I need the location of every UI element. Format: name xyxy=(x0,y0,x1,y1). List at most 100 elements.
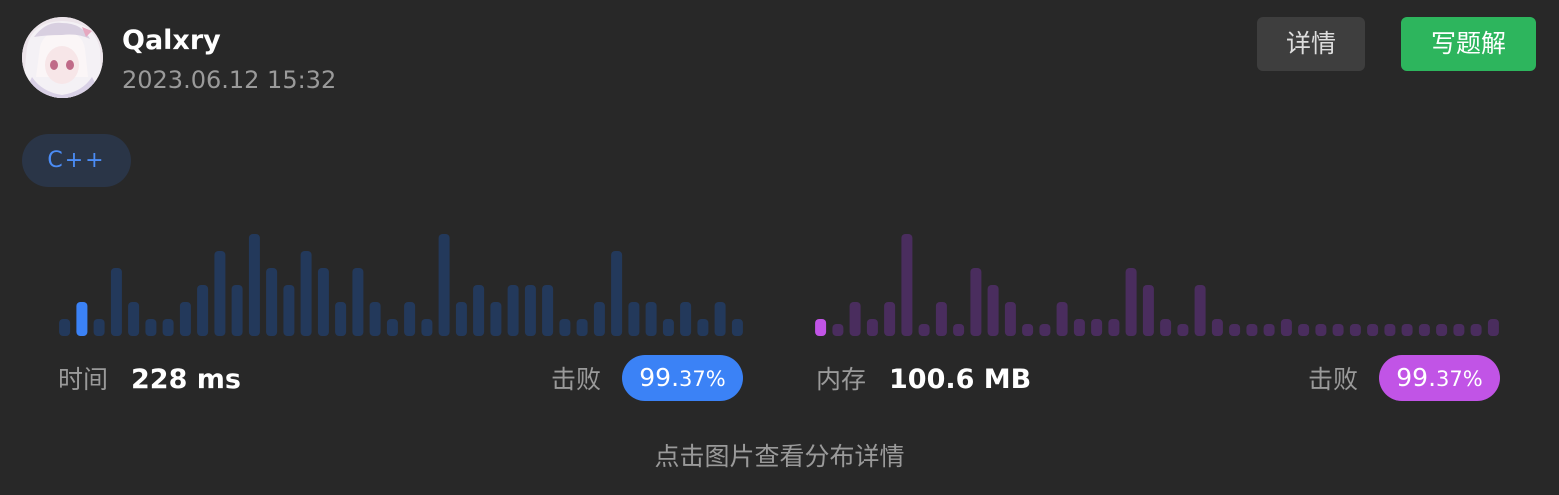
runtime-beat-percent: 99. xyxy=(639,363,680,392)
runtime-bar[interactable] xyxy=(473,285,485,336)
runtime-bar[interactable] xyxy=(128,302,140,336)
runtime-bar[interactable] xyxy=(662,319,674,336)
memory-bar[interactable] xyxy=(1298,324,1310,336)
memory-bar[interactable] xyxy=(1194,285,1206,336)
memory-bar[interactable] xyxy=(1349,324,1361,336)
runtime-bar[interactable] xyxy=(162,319,174,336)
runtime-bar[interactable] xyxy=(714,302,726,336)
memory-bar[interactable] xyxy=(1091,319,1103,336)
memory-bar[interactable] xyxy=(832,324,844,336)
runtime-bar[interactable] xyxy=(93,319,105,336)
user-avatar[interactable] xyxy=(22,17,103,98)
runtime-beat-percent-decimal: 37% xyxy=(679,367,726,391)
runtime-bar[interactable] xyxy=(542,285,554,336)
runtime-bar[interactable] xyxy=(731,319,743,336)
runtime-bar[interactable] xyxy=(386,319,398,336)
memory-bar[interactable] xyxy=(1418,324,1430,336)
runtime-bar[interactable] xyxy=(438,234,450,336)
runtime-bar[interactable] xyxy=(697,319,709,336)
memory-bar[interactable] xyxy=(1073,319,1085,336)
memory-bar[interactable] xyxy=(970,268,982,336)
runtime-bar[interactable] xyxy=(404,302,416,336)
memory-beat-percent: 99. xyxy=(1396,363,1437,392)
username[interactable]: Qalxry xyxy=(122,24,221,58)
memory-bar[interactable] xyxy=(1056,302,1068,336)
runtime-bar[interactable] xyxy=(335,302,347,336)
runtime-bar[interactable] xyxy=(76,302,88,336)
runtime-bar[interactable] xyxy=(300,251,312,336)
write-solution-button[interactable]: 写题解 xyxy=(1401,17,1536,71)
runtime-bar[interactable] xyxy=(645,302,657,336)
language-tag: C++ xyxy=(22,134,131,187)
memory-bar[interactable] xyxy=(1229,324,1241,336)
memory-bar[interactable] xyxy=(1332,324,1344,336)
runtime-bar[interactable] xyxy=(507,285,519,336)
runtime-bar[interactable] xyxy=(317,268,329,336)
memory-bar[interactable] xyxy=(866,319,878,336)
runtime-bar[interactable] xyxy=(248,234,260,336)
memory-bar[interactable] xyxy=(815,319,827,336)
memory-bar[interactable] xyxy=(1280,319,1292,336)
memory-bar[interactable] xyxy=(901,234,913,336)
memory-distribution-chart[interactable] xyxy=(812,230,1502,336)
runtime-bar[interactable] xyxy=(593,302,605,336)
runtime-bar[interactable] xyxy=(490,302,502,336)
runtime-bar[interactable] xyxy=(611,251,623,336)
memory-bar[interactable] xyxy=(1160,319,1172,336)
memory-bar[interactable] xyxy=(1367,324,1379,336)
runtime-bar[interactable] xyxy=(110,268,122,336)
runtime-bar[interactable] xyxy=(576,319,588,336)
memory-bars[interactable] xyxy=(812,230,1502,336)
runtime-bar[interactable] xyxy=(455,302,467,336)
memory-bar[interactable] xyxy=(1177,324,1189,336)
memory-bar[interactable] xyxy=(1436,324,1448,336)
memory-bar[interactable] xyxy=(1108,319,1120,336)
runtime-value: 228 ms xyxy=(131,364,241,395)
memory-bar[interactable] xyxy=(1246,324,1258,336)
memory-bar[interactable] xyxy=(1004,302,1016,336)
runtime-bar[interactable] xyxy=(145,319,157,336)
runtime-bar[interactable] xyxy=(369,302,381,336)
memory-bar[interactable] xyxy=(849,302,861,336)
runtime-distribution-chart[interactable] xyxy=(56,230,746,336)
memory-beat-percent-decimal: 37% xyxy=(1436,367,1483,391)
runtime-bar[interactable] xyxy=(214,251,226,336)
memory-bar[interactable] xyxy=(987,285,999,336)
memory-bar[interactable] xyxy=(884,302,896,336)
detail-button[interactable]: 详情 xyxy=(1257,17,1365,71)
runtime-bars[interactable] xyxy=(56,230,746,336)
memory-beat-label: 击败 xyxy=(1308,365,1359,394)
runtime-bar[interactable] xyxy=(231,285,243,336)
runtime-bar[interactable] xyxy=(352,268,364,336)
runtime-beat-label: 击败 xyxy=(551,365,602,394)
memory-bar[interactable] xyxy=(1142,285,1154,336)
memory-bar[interactable] xyxy=(1401,324,1413,336)
runtime-bar[interactable] xyxy=(266,268,278,336)
memory-bar[interactable] xyxy=(935,302,947,336)
runtime-bar[interactable] xyxy=(421,319,433,336)
memory-bar[interactable] xyxy=(918,324,930,336)
runtime-bar[interactable] xyxy=(680,302,692,336)
memory-bar[interactable] xyxy=(1125,268,1137,336)
memory-bar[interactable] xyxy=(1022,324,1034,336)
runtime-bar[interactable] xyxy=(559,319,571,336)
memory-bar[interactable] xyxy=(1211,319,1223,336)
memory-value: 100.6 MB xyxy=(889,364,1032,395)
memory-bar[interactable] xyxy=(1263,324,1275,336)
memory-bar[interactable] xyxy=(1315,324,1327,336)
view-distribution-hint[interactable]: 点击图片查看分布详情 xyxy=(0,440,1559,474)
memory-bar[interactable] xyxy=(1487,319,1499,336)
runtime-bar[interactable] xyxy=(283,285,295,336)
memory-label: 内存 xyxy=(816,365,867,394)
runtime-bar[interactable] xyxy=(524,285,536,336)
memory-bar[interactable] xyxy=(1453,324,1465,336)
submission-timestamp: 2023.06.12 15:32 xyxy=(122,66,337,94)
runtime-bar[interactable] xyxy=(179,302,191,336)
runtime-bar[interactable] xyxy=(628,302,640,336)
memory-bar[interactable] xyxy=(953,324,965,336)
memory-bar[interactable] xyxy=(1039,324,1051,336)
runtime-bar[interactable] xyxy=(197,285,209,336)
memory-bar[interactable] xyxy=(1470,324,1482,336)
runtime-bar[interactable] xyxy=(59,319,71,336)
memory-bar[interactable] xyxy=(1384,324,1396,336)
